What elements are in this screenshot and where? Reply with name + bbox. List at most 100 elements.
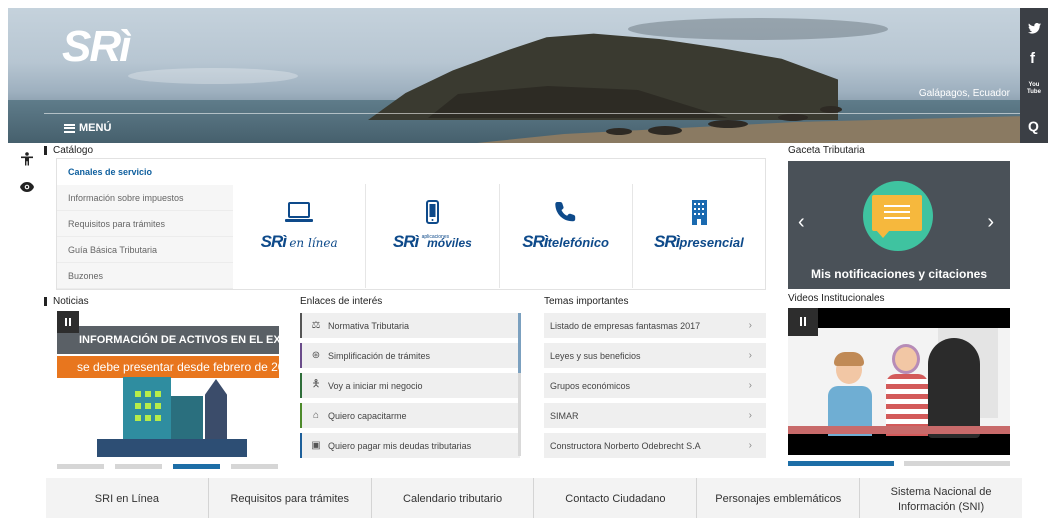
carousel-next-arrow[interactable]: ›: [987, 211, 994, 234]
footer-contacto[interactable]: Contacto Ciudadano: [534, 478, 698, 518]
banner-location: Galápagos, Ecuador: [918, 88, 1010, 99]
search-icon[interactable]: Q: [1028, 118, 1039, 134]
building-icon: [691, 200, 707, 225]
topic-label: SIMAR: [550, 410, 579, 421]
window: [135, 403, 141, 409]
topic-leyes[interactable]: Leyes y sus beneficios ›: [544, 343, 766, 368]
topics-list: Listado de empresas fantasmas 2017 › Leye…: [544, 313, 766, 463]
window: [155, 403, 161, 409]
news-headline: INFORMACIÓN DE ACTIVOS EN EL EXTERIOR: [57, 326, 279, 354]
catalog-title-text: Catálogo: [53, 145, 94, 156]
window: [135, 391, 141, 397]
catalog-item-informacion[interactable]: Información sobre impuestos: [57, 185, 233, 211]
link-negocio[interactable]: 🯅 Voy a iniciar mi negocio: [300, 373, 520, 398]
sri-logo[interactable]: SRì: [62, 22, 131, 72]
link-deudas[interactable]: ▣ Quiero pagar mis deudas tributarias: [300, 433, 520, 458]
topic-label: Grupos económicos: [550, 380, 631, 391]
news-dot-1[interactable]: [57, 464, 104, 469]
banner-cloud: [628, 18, 888, 40]
footer-sri-en-linea[interactable]: SRI en Línea: [46, 478, 209, 518]
news-title-text: Noticias: [53, 296, 89, 307]
topic-simar[interactable]: SIMAR ›: [544, 403, 766, 428]
footer-personajes[interactable]: Personajes emblemáticos: [697, 478, 861, 518]
gaceta-carousel[interactable]: ‹ › Mis notificaciones y citaciones: [788, 161, 1010, 289]
accessibility-tools: [14, 152, 40, 205]
footer-nav: SRI en Línea Requisitos para trámites Ca…: [46, 478, 1022, 518]
catalog-item-buzones[interactable]: Buzones: [57, 263, 233, 289]
accessibility-icon[interactable]: [14, 152, 40, 169]
footer-requisitos[interactable]: Requisitos para trámites: [209, 478, 372, 518]
chevron-right-icon: ›: [748, 410, 752, 421]
scroll-thumb[interactable]: [518, 313, 521, 373]
window: [135, 415, 141, 421]
banner-rock: [820, 106, 842, 113]
channel-moviles[interactable]: SRì aplicacionesmóviles: [366, 184, 500, 288]
window: [145, 403, 151, 409]
video-desk: [788, 426, 1010, 434]
news-dot-3[interactable]: [173, 464, 220, 469]
link-normativa[interactable]: ⚖ Normativa Tributaria: [300, 313, 520, 338]
video-pagination: [788, 461, 1010, 466]
window: [145, 391, 151, 397]
news-ground: [97, 439, 247, 457]
eye-icon[interactable]: [14, 179, 40, 195]
menu-button[interactable]: MENÚ: [64, 122, 111, 134]
window: [155, 415, 161, 421]
topics-title: Temas importantes: [544, 296, 628, 307]
gaceta-caption: Mis notificaciones y citaciones: [810, 267, 988, 281]
news-pagination: [57, 464, 278, 469]
facebook-icon[interactable]: f: [1030, 50, 1035, 67]
link-simplificacion[interactable]: ⊛ Simplificación de trámites: [300, 343, 520, 368]
channel-presencial[interactable]: SRìpresencial: [633, 184, 765, 288]
window: [145, 415, 151, 421]
section-marker: [44, 297, 47, 306]
twitter-icon[interactable]: [1028, 22, 1041, 37]
link-label: Voy a iniciar mi negocio: [328, 380, 423, 391]
pause-icon[interactable]: [57, 311, 79, 333]
video-dot-2[interactable]: [904, 461, 1010, 466]
walking-icon: 🯅: [311, 379, 321, 390]
gaceta-title-text: Gaceta Tributaria: [788, 145, 865, 156]
phone-icon: [554, 202, 575, 222]
link-capacitarme[interactable]: ⌂ Quiero capacitarme: [300, 403, 520, 428]
video-player[interactable]: [788, 308, 1010, 455]
channel-telefonico[interactable]: SRìtelefónico: [500, 184, 633, 288]
topic-odebrecht[interactable]: Constructora Norberto Odebrecht S.A ›: [544, 433, 766, 458]
chevron-right-icon: ›: [748, 440, 752, 451]
catalog-item-canales[interactable]: Canales de servicio: [57, 159, 233, 185]
videos-title: Videos Institucionales: [788, 293, 885, 304]
gaceta-title: Gaceta Tributaria: [788, 145, 865, 156]
links-scrollbar[interactable]: [518, 313, 521, 456]
news-dot-4[interactable]: [231, 464, 278, 469]
catalog-menu: Canales de servicio Información sobre im…: [57, 159, 233, 289]
section-marker: [44, 146, 47, 155]
footer-calendario[interactable]: Calendario tributario: [372, 478, 535, 518]
link-label: Simplificación de trámites: [328, 350, 431, 361]
channel-label: SRìpresencial: [654, 232, 744, 251]
handshake-icon: ⊛: [311, 350, 321, 361]
character-head: [892, 344, 920, 374]
mobile-icon: [426, 200, 440, 224]
news-slide[interactable]: INFORMACIÓN DE ACTIVOS EN EL EXTERIOR se…: [57, 311, 279, 457]
catalog-item-guia[interactable]: Guía Básica Tributaria: [57, 237, 233, 263]
youtube-icon[interactable]: You Tube: [1026, 82, 1042, 96]
news-dot-2[interactable]: [115, 464, 162, 469]
topic-empresas-fantasmas[interactable]: Listado de empresas fantasmas 2017 ›: [544, 313, 766, 338]
scale-icon: ⚖: [311, 320, 321, 331]
video-dot-1[interactable]: [788, 461, 894, 466]
service-channels: SRì en línea SRì aplicacionesmóviles SRì…: [233, 184, 765, 288]
topic-label: Listado de empresas fantasmas 2017: [550, 320, 701, 331]
chevron-right-icon: ›: [748, 380, 752, 391]
pause-icon[interactable]: [788, 308, 818, 336]
topic-grupos[interactable]: Grupos económicos ›: [544, 373, 766, 398]
news-title: Noticias: [44, 296, 89, 307]
channel-en-linea[interactable]: SRì en línea: [233, 184, 367, 288]
channel-label: SRì aplicacionesmóviles: [392, 232, 472, 251]
catalog-item-requisitos[interactable]: Requisitos para trámites: [57, 211, 233, 237]
footer-sni[interactable]: Sistema Nacional de Información (SNI): [860, 478, 1022, 518]
teacher-icon: ⌂: [312, 410, 320, 421]
header-banner: SRì Galápagos, Ecuador MENÚ: [8, 8, 1020, 143]
character-silhouette: [928, 338, 980, 438]
carousel-prev-arrow[interactable]: ‹: [798, 211, 805, 234]
chevron-right-icon: ›: [748, 320, 752, 331]
